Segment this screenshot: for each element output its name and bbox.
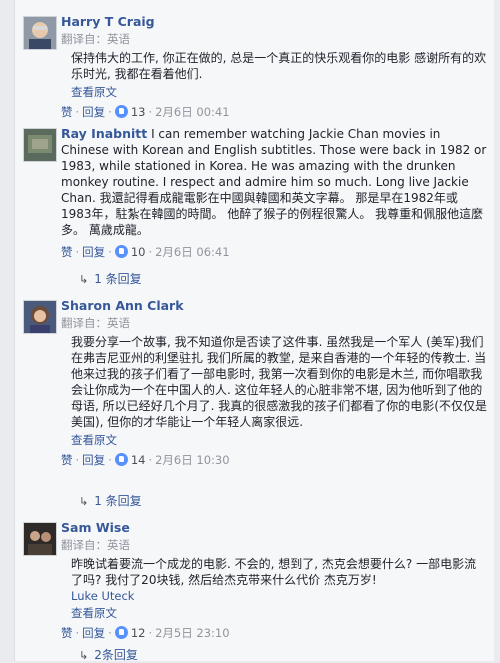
comment-text: 我要分享一个故事, 我不知道你是否读了这件事. 虽然我是一个军人 (美军)我们在… [71,335,487,429]
comment-text: 昨晚试着要流一个成龙的电影. 不会的, 想到了, 杰克会想要什么? 一部电影流了… [71,557,477,587]
comment-text-block: Ray Inabnitt I can remember watching Jac… [61,126,487,238]
scrollbar[interactable] [494,0,500,661]
reply-link[interactable]: 回复 [82,105,105,119]
avatar-harry-icon [24,17,56,49]
reply-arrow-icon: ↳ [79,273,89,286]
translated-from-label: 翻译自：英语 [61,316,130,330]
like-thumb-icon [114,245,128,258]
like-thumb-icon [114,626,128,639]
view-replies-link[interactable]: ↳ 2条回复 [79,646,138,663]
like-count[interactable]: 10 [131,245,146,259]
comment-author[interactable]: Ray Inabnitt [61,126,147,141]
see-original-link[interactable]: 查看原文 [61,432,487,448]
comment-timestamp[interactable]: 2月6日 00:41 [155,105,229,119]
comment-timestamp[interactable]: 2月6日 06:41 [155,245,229,259]
view-replies-link[interactable]: ↳ 1 条回复 [79,492,142,509]
comments-panel: Harry T Craig 翻译自：英语 保持伟大的工作, 你正在做的, 总是一… [14,0,496,663]
reply-link[interactable]: 回复 [82,453,105,467]
reply-link[interactable]: 回复 [82,245,105,259]
comment-timestamp[interactable]: 2月6日 10:30 [155,453,229,467]
like-link[interactable]: 赞 [61,626,73,640]
reply-arrow-icon: ↳ [79,495,89,508]
see-original-link[interactable]: 查看原文 [61,84,487,100]
comment-author[interactable]: Sam Wise [61,520,487,535]
avatar-ray-icon [24,129,56,161]
reply-link[interactable]: 回复 [82,626,105,640]
view-replies-link[interactable]: ↳ 1 条回复 [79,270,142,287]
translated-from-label: 翻译自：英语 [61,32,130,46]
translated-from-label: 翻译自：英语 [61,538,130,552]
like-link[interactable]: 赞 [61,245,73,259]
like-link[interactable]: 赞 [61,453,73,467]
like-link[interactable]: 赞 [61,105,73,119]
reply-arrow-icon: ↳ [79,649,89,662]
avatar-sam-icon [24,523,56,555]
like-count[interactable]: 12 [131,626,146,640]
see-original-link[interactable]: 查看原文 [61,605,487,621]
like-count[interactable]: 13 [131,105,146,119]
comment-author[interactable]: Harry T Craig [61,14,487,29]
mention-link[interactable]: Luke Uteck [61,589,487,603]
avatar[interactable] [23,522,57,556]
like-thumb-icon [114,453,128,466]
comment-timestamp[interactable]: 2月5日 23:10 [155,626,229,640]
avatar[interactable] [23,128,57,162]
comment-text: I can remember watching Jackie Chan movi… [61,127,487,237]
comment-author[interactable]: Sharon Ann Clark [61,298,487,313]
like-thumb-icon [114,105,128,118]
avatar[interactable] [23,16,57,50]
like-count[interactable]: 14 [131,453,146,467]
avatar[interactable] [23,300,57,334]
avatar-sharon-icon [24,301,56,333]
comment-text: 保持伟大的工作, 你正在做的, 总是一个真正的快乐观看你的电影 感谢所有的欢乐时… [71,51,487,81]
